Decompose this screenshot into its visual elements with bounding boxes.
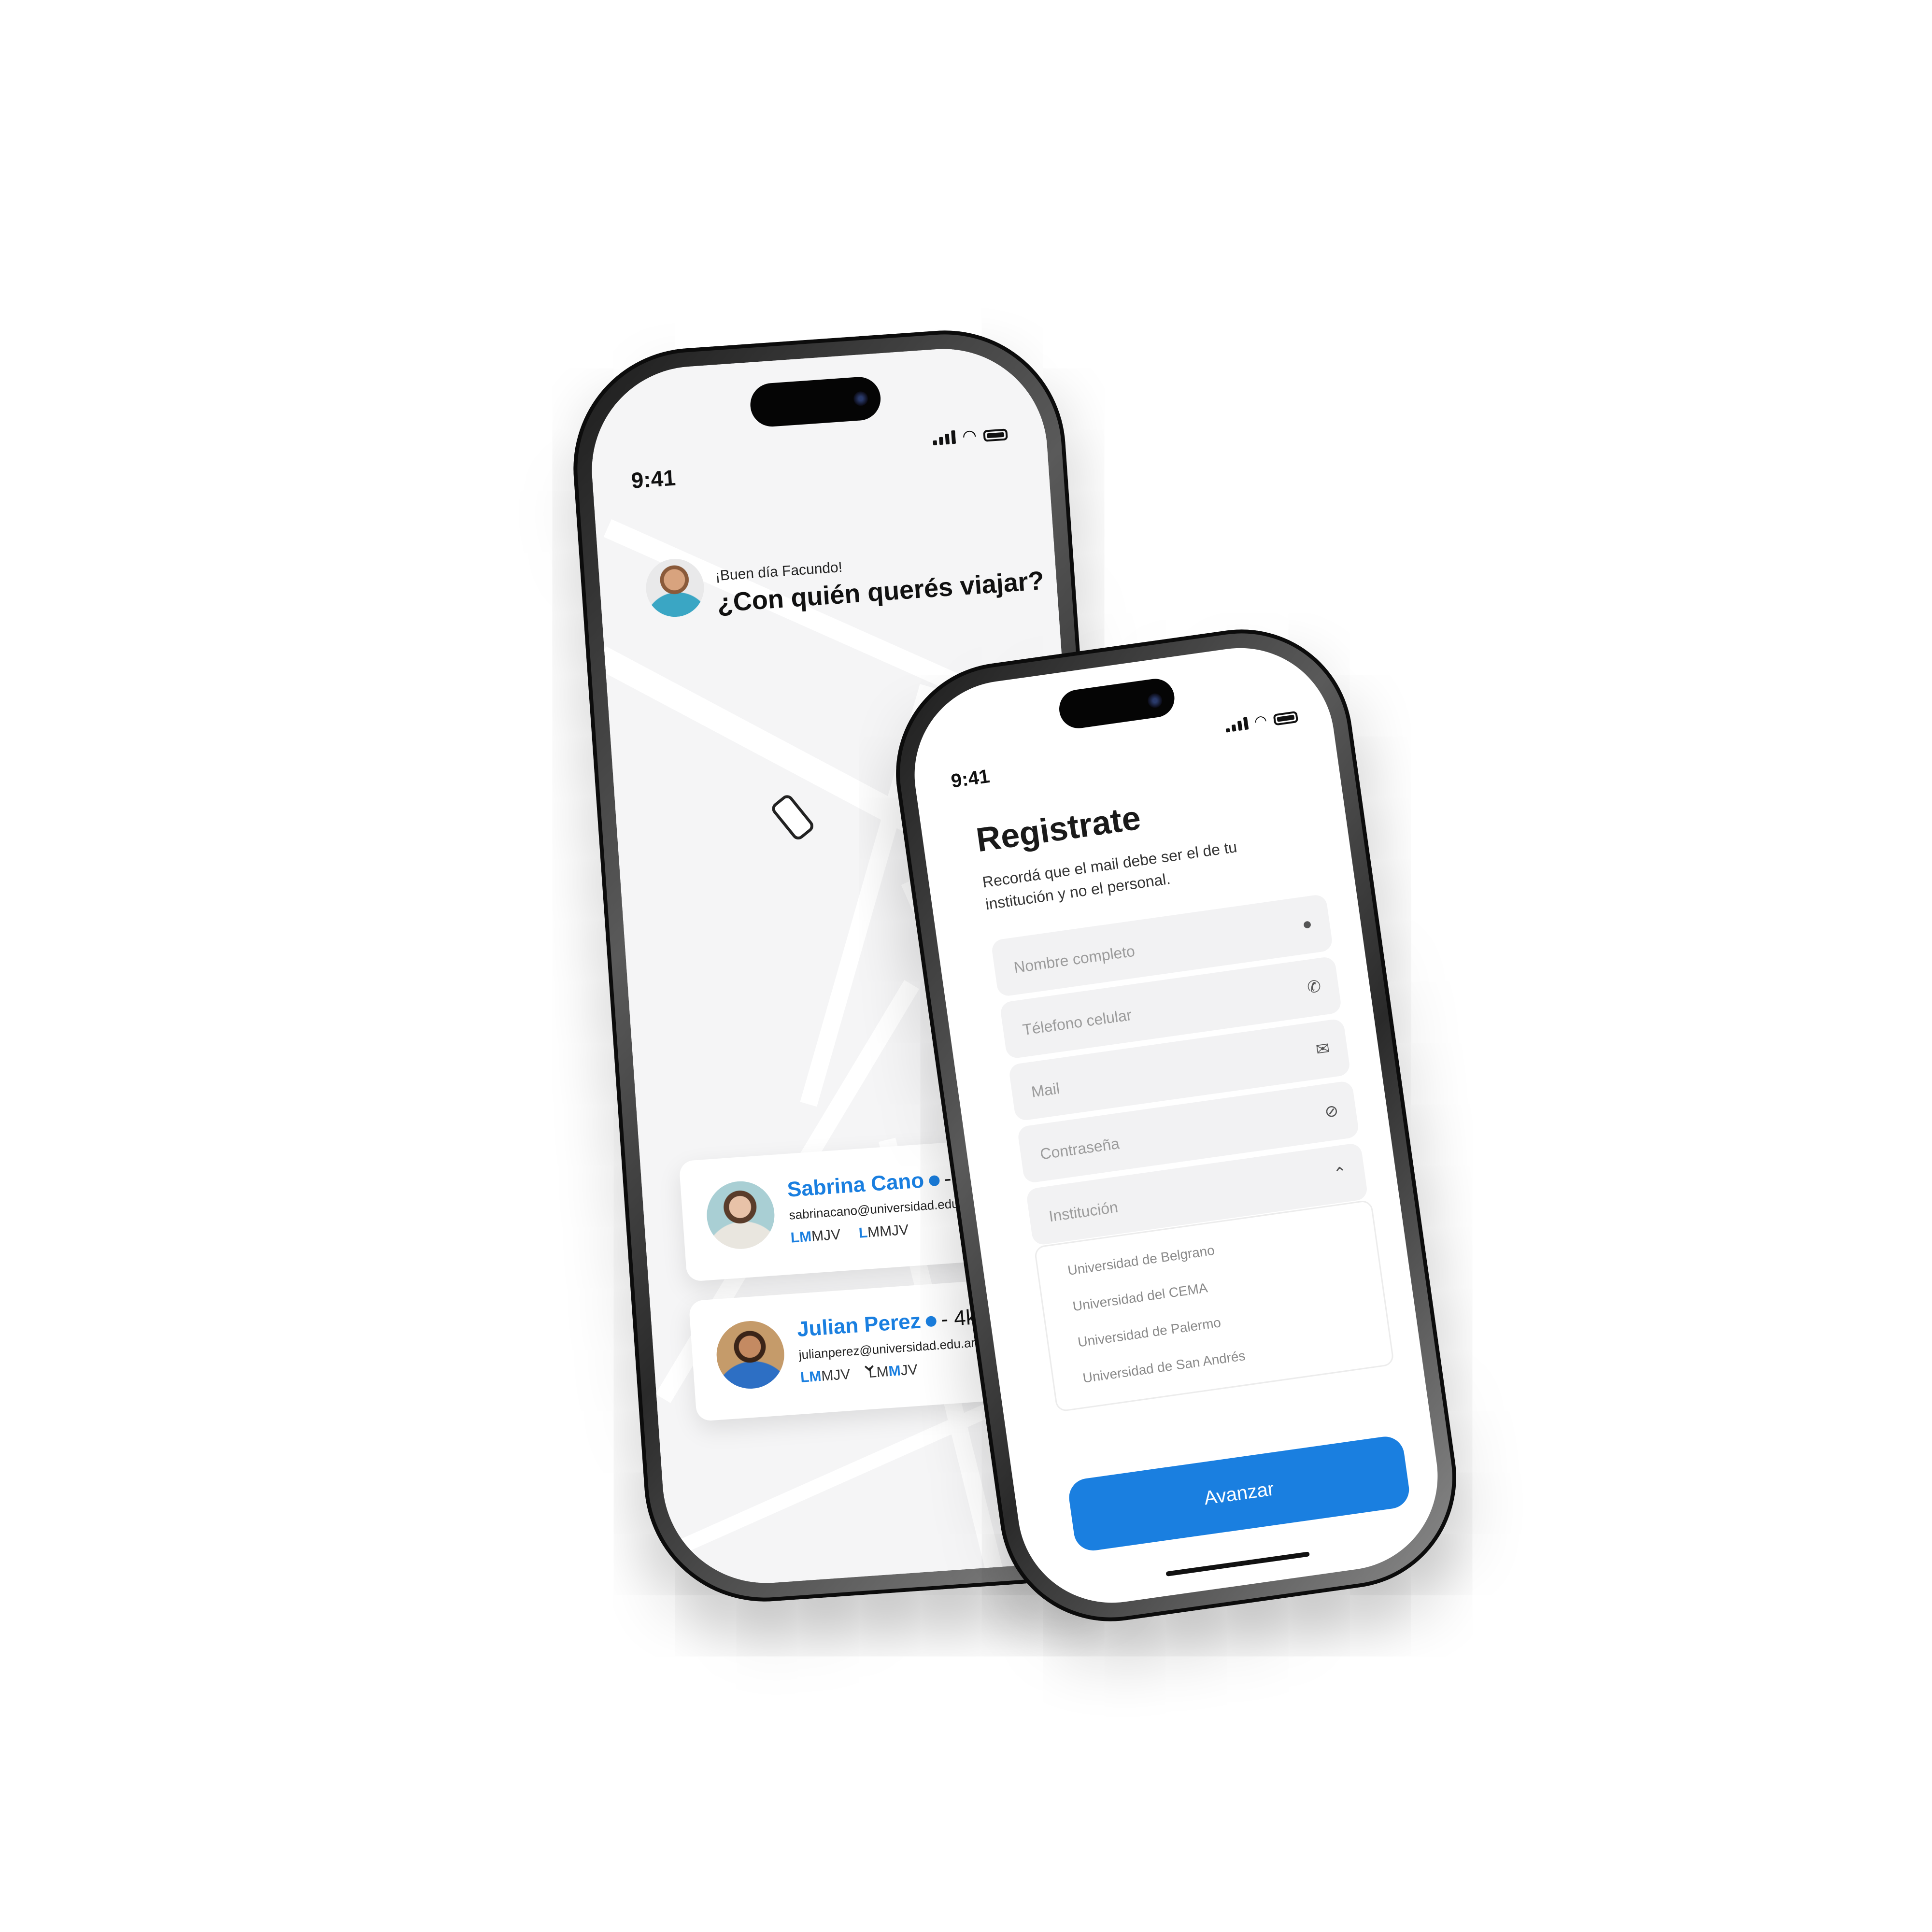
schedule-outbound: LMMJV xyxy=(800,1366,851,1386)
battery-icon xyxy=(983,428,1008,442)
signal-icon xyxy=(933,430,956,446)
signal-icon xyxy=(1224,717,1249,733)
field-placeholder: Télefono celular xyxy=(1021,1006,1133,1039)
chevron-up-icon[interactable]: ⌃ xyxy=(1332,1163,1349,1184)
dropdown-option[interactable]: Universidad de Belgrano xyxy=(1067,1243,1216,1279)
field-placeholder: Institución xyxy=(1048,1198,1119,1225)
status-time: 9:41 xyxy=(950,765,991,792)
page-title: Registrate xyxy=(974,798,1143,859)
wifi-icon: ◠ xyxy=(1253,712,1268,730)
user-icon: ● xyxy=(1301,914,1314,934)
schedule-outbound: LMMJV xyxy=(790,1226,841,1246)
dropdown-option[interactable]: Universidad de San Andrés xyxy=(1082,1348,1246,1386)
status-time: 9:41 xyxy=(630,465,677,493)
driver-avatar xyxy=(714,1319,787,1391)
dropdown-option[interactable]: Universidad del CEMA xyxy=(1072,1280,1208,1314)
driver-name: Sabrina Cano xyxy=(786,1168,925,1202)
field-placeholder: Contraseña xyxy=(1039,1134,1121,1163)
driver-avatar xyxy=(704,1179,777,1251)
status-icons: ◠ xyxy=(1224,710,1299,733)
eye-off-icon[interactable]: ⊘ xyxy=(1323,1101,1340,1122)
dropdown-option[interactable]: Universidad de Palermo xyxy=(1077,1315,1222,1350)
schedule-days: LMMJV LMMJV xyxy=(790,1222,909,1247)
verified-icon xyxy=(925,1316,937,1327)
verified-icon xyxy=(928,1175,940,1187)
dynamic-island xyxy=(1056,676,1177,731)
dynamic-island xyxy=(749,375,882,428)
field-placeholder: Nombre completo xyxy=(1012,942,1136,977)
wifi-icon: ◠ xyxy=(962,426,978,446)
driver-name: Julian Perez xyxy=(796,1309,922,1342)
phone-icon: ✆ xyxy=(1306,977,1322,997)
battery-icon xyxy=(1273,710,1299,726)
schedule-days: LMMJV LMMJV xyxy=(800,1362,918,1386)
chevron-down-icon[interactable]: ⌄ xyxy=(859,1351,879,1377)
field-placeholder: Mail xyxy=(1030,1080,1061,1101)
home-indicator[interactable] xyxy=(1165,1551,1310,1577)
mail-icon: ✉ xyxy=(1314,1039,1331,1059)
submit-button[interactable]: Avanzar xyxy=(1066,1434,1412,1553)
schedule-return: LMMJV xyxy=(858,1222,909,1241)
